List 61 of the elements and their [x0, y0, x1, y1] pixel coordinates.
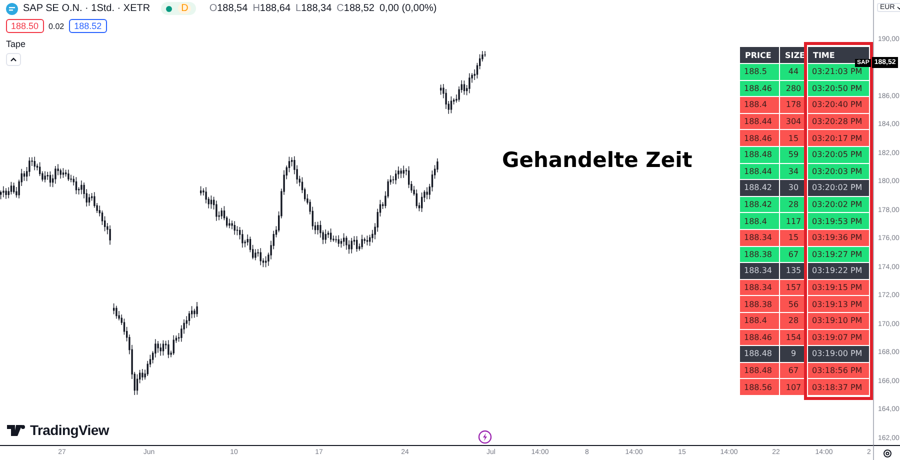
table-cell: 188.42	[740, 196, 779, 212]
table-cell: 03:20:40 PM	[808, 97, 869, 113]
table-cell: 03:19:00 PM	[808, 346, 869, 362]
brand-name: TradingView	[30, 422, 109, 438]
table-cell: 188.46	[740, 330, 779, 346]
table-cell: 188.48	[740, 346, 779, 362]
bid-price[interactable]: 188.50	[6, 19, 44, 33]
table-cell: 188.34	[740, 230, 779, 246]
settings-icon[interactable]	[882, 448, 892, 458]
table-cell: 03:19:07 PM	[808, 330, 869, 346]
table-cell: 03:19:13 PM	[808, 296, 869, 312]
ohlc-value: O188,54	[209, 3, 248, 14]
table-cell: 03:19:15 PM	[808, 280, 869, 296]
table-cell: 03:20:05 PM	[808, 146, 869, 163]
table-cell: 03:20:17 PM	[808, 130, 869, 146]
table-cell: 03:19:36 PM	[808, 230, 869, 246]
table-cell: 188.5	[740, 64, 779, 80]
spread-value: 0.02	[48, 22, 64, 30]
table-cell: 188.56	[740, 379, 779, 395]
column-header: PRICE	[740, 47, 779, 63]
table-cell: 188.34	[740, 263, 779, 279]
table-cell: 03:19:27 PM	[808, 246, 869, 262]
table-cell: 188.4	[740, 97, 779, 113]
table-cell: 03:19:10 PM	[808, 312, 869, 328]
table-cell: 188.46	[740, 80, 779, 96]
lightning-icon[interactable]	[478, 430, 492, 444]
table-cell: 03:20:02 PM	[808, 180, 869, 196]
chevron-down-icon	[896, 6, 900, 10]
table-cell: 188.48	[740, 362, 779, 378]
table-cell: 188.48	[740, 146, 779, 163]
table-cell: 188.44	[740, 164, 779, 180]
table-cell: 03:20:50 PM	[808, 80, 869, 96]
symbol-title[interactable]: SAP SE O.N. · 1Std. · XETR	[23, 3, 150, 14]
status-badge: D	[161, 2, 196, 15]
table-cell: 03:20:03 PM	[808, 164, 869, 180]
table-cell: 03:19:53 PM	[808, 213, 869, 229]
ask-price[interactable]: 188.52	[69, 19, 107, 33]
table-cell: 03:18:56 PM	[808, 362, 869, 378]
table-cell: 03:20:02 PM	[808, 196, 869, 212]
table-cell: 188.4	[740, 312, 779, 328]
collapse-button[interactable]	[6, 53, 21, 66]
indicator-title[interactable]: Tape	[6, 39, 437, 49]
table-cell: 188.46	[740, 130, 779, 146]
table-cell: 188.38	[740, 246, 779, 262]
price-change: 0,00 (0,00%)	[380, 3, 437, 14]
caret-icon	[10, 57, 17, 62]
brand-logo-icon	[7, 424, 26, 436]
table-cell: 188.4	[740, 213, 779, 229]
table-cell: 188.38	[740, 296, 779, 312]
ohlc-value: H188,64	[252, 3, 291, 14]
symbol-logo-icon	[6, 2, 18, 14]
table-cell: 188.42	[740, 180, 779, 196]
table-cell: 03:19:22 PM	[808, 263, 869, 279]
ohlc-value: L188,34	[296, 3, 332, 14]
table-cell: 03:20:28 PM	[808, 114, 869, 130]
table-cell: 188.44	[740, 114, 779, 130]
table-cell: 188.34	[740, 280, 779, 296]
table-cell: 03:21:03 PM	[808, 64, 869, 80]
ohlc-value: C188,52	[336, 3, 374, 14]
table-cell: 03:18:37 PM	[808, 379, 869, 395]
annotation-text: Gehandelte Zeit	[502, 148, 692, 172]
